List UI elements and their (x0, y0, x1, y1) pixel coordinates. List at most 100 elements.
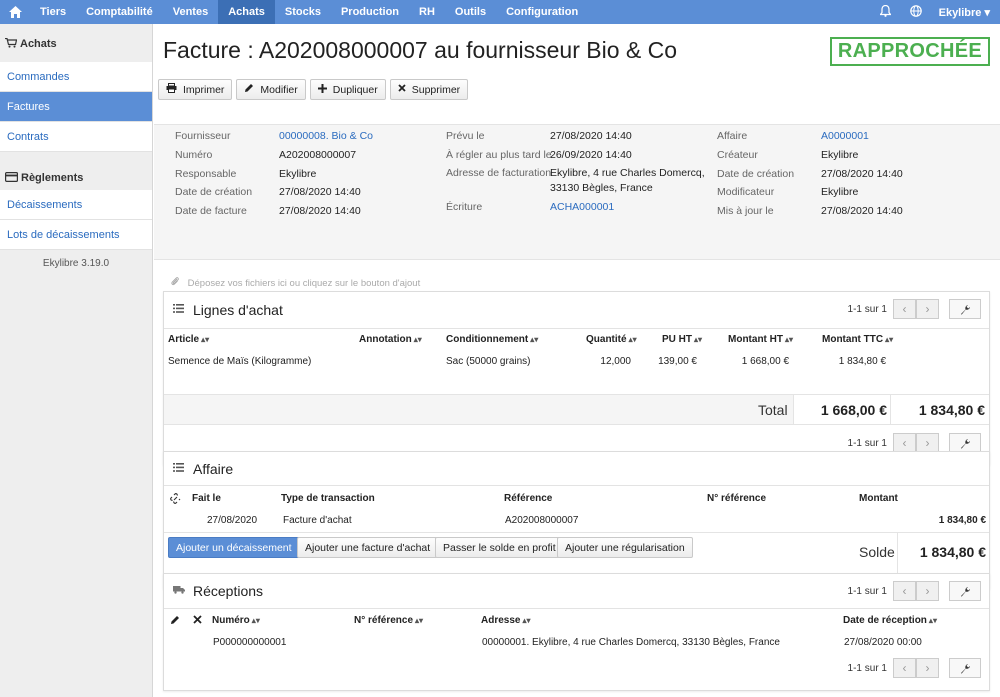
link-fournisseur[interactable]: 00000008. Bio & Co (279, 130, 373, 142)
table-cell-montant-ht: 1 668,00 € (741, 356, 789, 367)
nav-ventes[interactable]: Ventes (163, 0, 218, 24)
chevron-right-icon[interactable]: › (916, 433, 939, 453)
balance-to-profit-button[interactable]: Passer le solde en profit (435, 537, 564, 558)
receptions-panel: Réceptions 1-1 sur 1 ‹ › Numéro ▴▾ N° réf… (163, 573, 990, 691)
label-mis-a-jour: Mis à jour le (717, 205, 774, 217)
sidebar-item-factures[interactable]: Factures (0, 92, 152, 122)
chevron-left-icon[interactable]: ‹ (893, 658, 916, 678)
main-content: Facture : A202008000007 au fournisseur B… (154, 24, 1000, 697)
unlink-icon[interactable] (170, 493, 181, 507)
link-reception-numero[interactable]: P000000000001 (213, 637, 286, 648)
label-date-creation-2: Date de création (717, 168, 795, 180)
link-ecriture[interactable]: ACHA000001 (550, 201, 614, 213)
wrench-icon[interactable] (949, 581, 981, 601)
value-numero: A202008000007 (279, 149, 357, 161)
table-cell-fait-le: 27/08/2020 (207, 515, 258, 526)
nav-rh[interactable]: RH (409, 0, 445, 24)
nav-tiers[interactable]: Tiers (30, 0, 76, 24)
chevron-right-icon[interactable]: › (916, 658, 939, 678)
top-navbar: Tiers Comptabilité Ventes Achats Stocks … (0, 0, 1000, 24)
add-purchase-invoice-button[interactable]: Ajouter une facture d'achat (297, 537, 439, 558)
pagination-count: 1-1 sur 1 (847, 437, 887, 449)
nav-outils[interactable]: Outils (445, 0, 496, 24)
nav-configuration[interactable]: Configuration (496, 0, 588, 24)
link-affaire[interactable]: A0000001 (821, 130, 869, 142)
col-numero[interactable]: Numéro ▴▾ (212, 615, 260, 626)
edit-button[interactable]: Modifier (236, 79, 306, 100)
pagination-top: 1-1 sur 1 ‹ › (848, 581, 981, 601)
link-reference[interactable]: A202008000007 (505, 515, 578, 526)
add-regularisation-button[interactable]: Ajouter une régularisation (557, 537, 693, 558)
chevron-right-icon[interactable]: › (916, 299, 939, 319)
sidebar-item-contrats[interactable]: Contrats (0, 122, 152, 152)
chevron-left-icon[interactable]: ‹ (893, 581, 916, 601)
payment-icon (5, 172, 19, 190)
value-createur: Ekylibre (821, 149, 859, 161)
chevron-left-icon[interactable]: ‹ (893, 433, 916, 453)
invoice-details: Fournisseur 00000008. Bio & Co Numéro A2… (154, 124, 1000, 260)
value-date-creation: 27/08/2020 14:40 (279, 186, 361, 198)
sidebar-item-commandes[interactable]: Commandes (0, 62, 152, 92)
pencil-icon[interactable] (170, 615, 180, 628)
pagination-bottom: 1-1 sur 1 ‹ › (848, 658, 981, 678)
close-icon (398, 84, 406, 95)
status-badge: RAPPROCHÉE (829, 37, 990, 66)
label-affaire: Affaire (717, 130, 748, 142)
col-no-reference: N° référence (707, 493, 767, 504)
col-quantite[interactable]: Quantité ▴▾ (586, 334, 637, 345)
table-cell-pu-ht: 139,00 € (658, 356, 697, 367)
purchase-lines-panel: Lignes d'achat 1-1 sur 1 ‹ › Article ▴▾ A… (163, 291, 990, 465)
col-reference: Référence (504, 493, 553, 504)
nav-stocks[interactable]: Stocks (275, 0, 331, 24)
table-row-article-link[interactable]: Semence de Maïs (Kilogramme) (168, 356, 311, 367)
col-annotation[interactable]: Annotation ▴▾ (359, 334, 422, 345)
app-version: Ekylibre 3.19.0 (42, 258, 110, 269)
chevron-right-icon[interactable]: › (916, 581, 939, 601)
col-article[interactable]: Article ▴▾ (168, 334, 209, 345)
wrench-icon[interactable] (949, 433, 981, 453)
col-no-reference[interactable]: N° référence ▴▾ (354, 615, 423, 626)
table-cell-type: Facture d'achat (283, 515, 352, 526)
col-montant-ht[interactable]: Montant HT ▴▾ (728, 334, 793, 345)
value-adresse-line1: Ekylibre, 4 rue Charles Domercq, (550, 167, 705, 179)
label-modificateur: Modificateur (717, 186, 775, 198)
label-responsable: Responsable (175, 168, 237, 180)
paperclip-icon (171, 277, 182, 289)
label-fournisseur: Fournisseur (175, 130, 231, 142)
pagination-count: 1-1 sur 1 (847, 662, 887, 674)
label-createur: Créateur (717, 149, 758, 161)
affaire-panel: Affaire Fait le Type de transaction Réfé… (163, 451, 990, 589)
home-icon[interactable] (0, 0, 30, 24)
chevron-left-icon[interactable]: ‹ (893, 299, 916, 319)
nav-achats[interactable]: Achats (218, 0, 275, 24)
col-adresse[interactable]: Adresse ▴▾ (481, 615, 531, 626)
bell-icon[interactable] (871, 4, 901, 20)
duplicate-button[interactable]: Dupliquer (309, 79, 386, 100)
cart-icon (5, 37, 18, 51)
solde-value: 1 834,80 € (919, 544, 986, 560)
nav-production[interactable]: Production (331, 0, 409, 24)
add-disbursement-button[interactable]: Ajouter un décaissement (168, 537, 300, 558)
sidebar-item-lots-decaissements[interactable]: Lots de décaissements (0, 220, 152, 250)
total-ttc: 1 834,80 € (918, 402, 985, 418)
label-prevu: Prévu le (446, 130, 485, 142)
print-button[interactable]: Imprimer (158, 79, 233, 100)
delete-button[interactable]: Supprimer (389, 79, 469, 100)
nav-comptabilite[interactable]: Comptabilité (76, 0, 163, 24)
globe-icon[interactable] (901, 4, 931, 20)
toolbar: Imprimer Modifier Dupliquer Supprimer (158, 79, 472, 100)
total-label: Total (758, 402, 788, 418)
user-menu[interactable]: Ekylibre ▾ (931, 6, 1000, 19)
label-date-creation: Date de création (175, 186, 253, 198)
sidebar-item-decaissements[interactable]: Décaissements (0, 190, 152, 220)
col-date-reception[interactable]: Date de réception ▴▾ (843, 615, 937, 626)
col-conditionnement[interactable]: Conditionnement ▴▾ (446, 334, 538, 345)
close-icon[interactable] (193, 615, 202, 627)
wrench-icon[interactable] (949, 299, 981, 319)
value-prevu: 27/08/2020 14:40 (550, 130, 632, 142)
wrench-icon[interactable] (949, 658, 981, 678)
table-cell-adresse: 00000001. Ekylibre, 4 rue Charles Domerc… (482, 637, 780, 648)
col-pu-ht[interactable]: PU HT ▴▾ (662, 334, 702, 345)
file-dropzone[interactable]: Déposez vos fichiers ici ou cliquez sur … (171, 277, 420, 289)
col-montant-ttc[interactable]: Montant TTC ▴▾ (822, 334, 893, 345)
